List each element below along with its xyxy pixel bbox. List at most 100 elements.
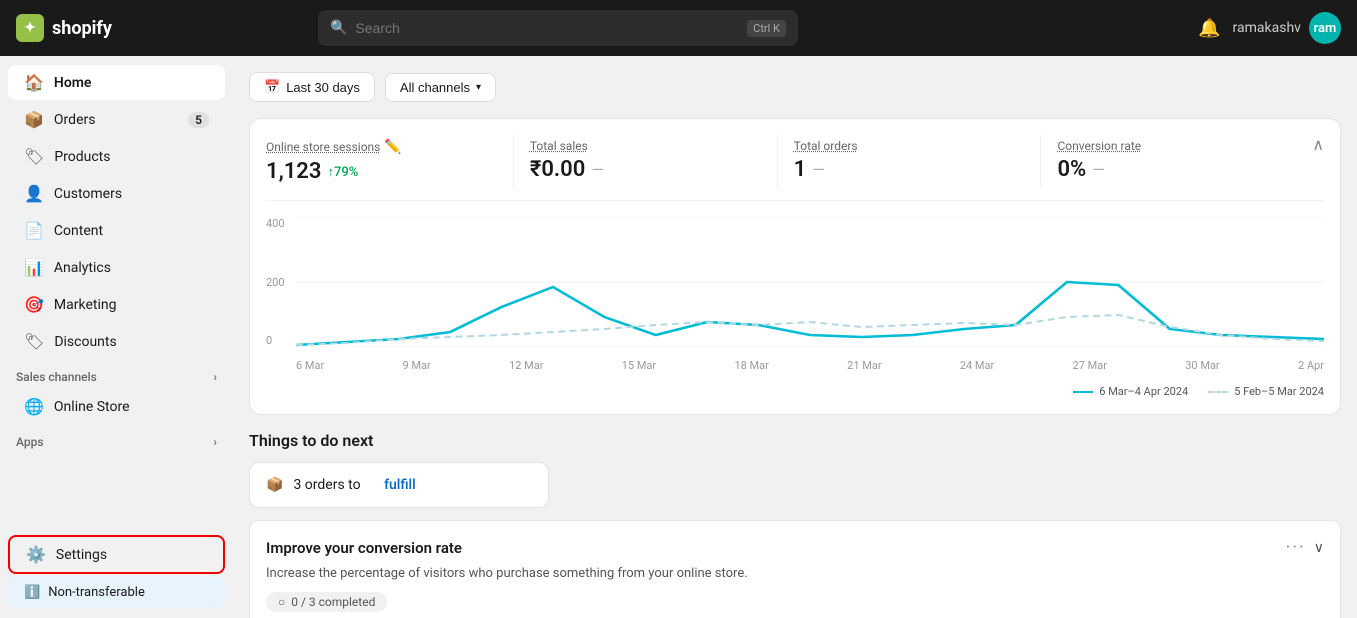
x-label-15mar: 15 Mar: [622, 359, 656, 372]
sidebar-item-marketing[interactable]: 🎯 Marketing: [8, 287, 225, 322]
conversion-card-title: Improve your conversion rate: [266, 539, 462, 557]
sidebar-item-customers-label: Customers: [54, 186, 122, 202]
topnav: ✦ shopify 🔍 Ctrl K 🔔 ramakashv ram: [0, 0, 1357, 56]
chart-metrics: Online store sessions ✏️ 1,123 ↑79% Tota…: [266, 135, 1324, 201]
conversion-card-actions: ··· ∨: [1286, 537, 1324, 558]
legend-current-label: 6 Mar–4 Apr 2024: [1099, 385, 1188, 398]
sidebar: 🏠 Home 📦 Orders 5 🏷 Products 👤 Customers…: [0, 56, 233, 618]
search-input[interactable]: [355, 20, 739, 36]
orders-metric: Total orders 1 —: [777, 135, 1041, 188]
x-label-2apr: 2 Apr: [1298, 359, 1324, 372]
sidebar-item-discounts-label: Discounts: [54, 334, 116, 350]
products-icon: 🏷: [24, 147, 44, 166]
filter-row: 📅 Last 30 days All channels ▾: [249, 72, 1341, 102]
channel-label: All channels: [400, 80, 470, 95]
info-icon: ℹ️: [24, 585, 40, 600]
sessions-change: ↑79%: [327, 164, 358, 180]
search-bar[interactable]: 🔍 Ctrl K: [318, 10, 798, 46]
sales-channels-arrow[interactable]: ›: [213, 370, 217, 384]
sidebar-item-home-label: Home: [54, 75, 92, 91]
orders-dash: —: [812, 160, 825, 179]
collapse-metrics-icon[interactable]: ∧: [1312, 135, 1324, 154]
avatar[interactable]: ram: [1309, 12, 1341, 44]
apps-arrow[interactable]: ›: [213, 435, 217, 449]
sidebar-item-online-store[interactable]: 🌐 Online Store: [8, 389, 225, 424]
sidebar-item-discounts[interactable]: 🏷 Discounts: [8, 324, 225, 359]
collapse-conversion-icon[interactable]: ∨: [1314, 540, 1324, 556]
sales-channels-section: Sales channels ›: [0, 360, 233, 388]
more-options-button[interactable]: ···: [1286, 537, 1306, 558]
sidebar-item-products[interactable]: 🏷 Products: [8, 139, 225, 174]
notification-button[interactable]: 🔔: [1198, 18, 1220, 39]
sidebar-item-content-label: Content: [54, 223, 103, 239]
apps-label: Apps: [16, 435, 44, 449]
fulfill-card[interactable]: 📦 3 orders to fulfill: [249, 462, 549, 508]
apps-section: Apps ›: [0, 425, 233, 453]
chart-card: Online store sessions ✏️ 1,123 ↑79% Tota…: [249, 118, 1341, 415]
sidebar-item-customers[interactable]: 👤 Customers: [8, 176, 225, 211]
fulfill-link[interactable]: fulfill: [384, 477, 416, 493]
conversion-dash: —: [1092, 160, 1105, 179]
sidebar-item-settings-label: Settings: [56, 547, 107, 563]
y-label-0: 0: [266, 334, 296, 347]
chart-area: 400 200 0: [266, 217, 1324, 377]
sessions-metric: Online store sessions ✏️ 1,123 ↑79%: [266, 135, 513, 188]
orders-badge: 5: [188, 112, 209, 128]
non-transferable-item[interactable]: ℹ️ Non-transferable: [8, 577, 225, 608]
logo: ✦ shopify: [16, 14, 112, 42]
orders-label: Total orders: [794, 139, 1029, 153]
sidebar-item-content[interactable]: 📄 Content: [8, 213, 225, 248]
things-section-title: Things to do next: [249, 431, 1341, 450]
legend-prev-line: [1208, 391, 1228, 393]
username: ramakashv: [1233, 20, 1301, 36]
sidebar-item-analytics[interactable]: 📊 Analytics: [8, 250, 225, 285]
x-label-6mar: 6 Mar: [296, 359, 324, 372]
orders-icon: 📦: [24, 110, 44, 129]
analytics-icon: 📊: [24, 258, 44, 277]
chart-legend: 6 Mar–4 Apr 2024 5 Feb–5 Mar 2024: [266, 385, 1324, 398]
conversion-card-header: Improve your conversion rate ··· ∨: [266, 537, 1324, 558]
non-transferable-label: Non-transferable: [48, 585, 145, 600]
discounts-icon: 🏷: [24, 332, 44, 351]
x-label-9mar: 9 Mar: [403, 359, 431, 372]
sales-metric: Total sales ₹0.00 —: [513, 135, 777, 188]
edit-icon[interactable]: ✏️: [384, 139, 401, 155]
x-label-24mar: 24 Mar: [960, 359, 994, 372]
x-label-30mar: 30 Mar: [1185, 359, 1219, 372]
nav-right: 🔔 ramakashv ram: [1198, 12, 1341, 44]
circle-icon: ○: [278, 595, 285, 609]
chart-yaxis: 400 200 0: [266, 217, 296, 347]
sidebar-item-online-store-label: Online Store: [54, 399, 130, 415]
sessions-value: 1,123 ↑79%: [266, 159, 501, 184]
date-range-label: Last 30 days: [286, 80, 360, 95]
content-icon: 📄: [24, 221, 44, 240]
sidebar-item-orders-label: Orders: [54, 112, 96, 128]
sidebar-item-marketing-label: Marketing: [54, 297, 117, 313]
sidebar-item-settings[interactable]: ⚙️ Settings: [8, 535, 225, 574]
chart-xaxis: 6 Mar 9 Mar 12 Mar 15 Mar 18 Mar 21 Mar …: [296, 353, 1324, 377]
y-label-200: 200: [266, 276, 296, 289]
sales-channels-label: Sales channels: [16, 370, 97, 384]
date-range-filter[interactable]: 📅 Last 30 days: [249, 72, 375, 102]
legend-prev: 5 Feb–5 Mar 2024: [1208, 385, 1324, 398]
logo-text: shopify: [52, 18, 112, 39]
main-content: 📅 Last 30 days All channels ▾ Online sto…: [233, 56, 1357, 618]
search-shortcut: Ctrl K: [747, 20, 786, 37]
sidebar-item-home[interactable]: 🏠 Home: [8, 65, 225, 100]
sales-value: ₹0.00 —: [530, 157, 765, 182]
orders-value: 1 —: [794, 157, 1029, 182]
fulfill-label: 3 orders to: [293, 477, 360, 493]
package-icon: 📦: [266, 477, 283, 493]
sales-dash: —: [591, 160, 604, 179]
progress-badge: ○ 0 / 3 completed: [266, 592, 387, 612]
settings-icon: ⚙️: [26, 545, 46, 564]
marketing-icon: 🎯: [24, 295, 44, 314]
conversion-desc: Increase the percentage of visitors who …: [266, 566, 1324, 581]
x-label-18mar: 18 Mar: [734, 359, 768, 372]
customers-icon: 👤: [24, 184, 44, 203]
user-info: ramakashv ram: [1233, 12, 1341, 44]
channel-filter[interactable]: All channels ▾: [385, 73, 496, 102]
sidebar-item-orders[interactable]: 📦 Orders 5: [8, 102, 225, 137]
sales-label: Total sales: [530, 139, 765, 153]
legend-current-line: [1073, 391, 1093, 393]
